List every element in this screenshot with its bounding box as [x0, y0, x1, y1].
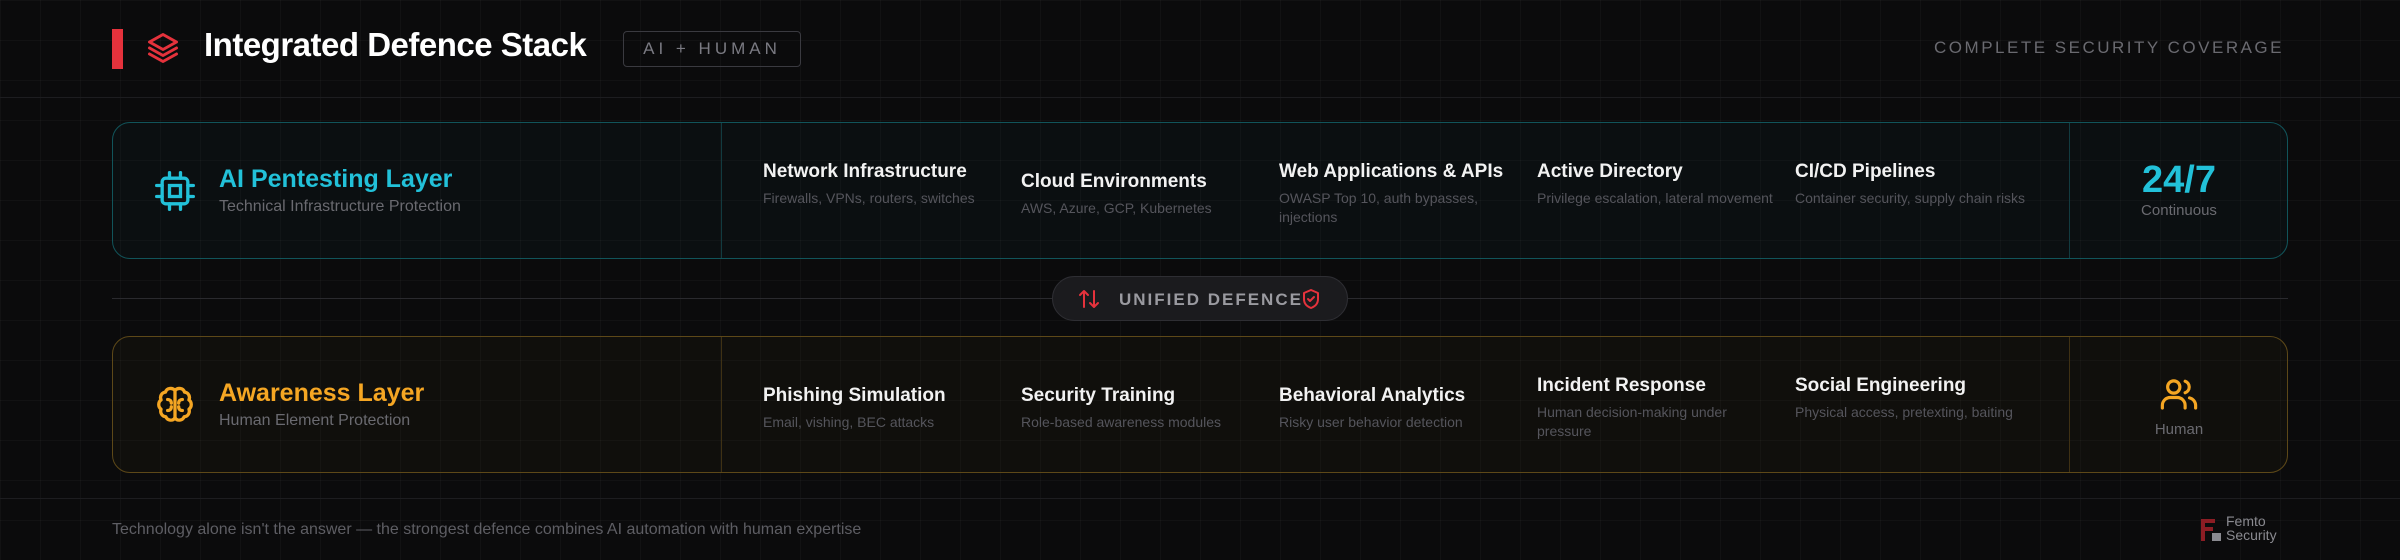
stat-label: Human: [2154, 421, 2204, 438]
aw-item-training: Security Training Role-based awareness m…: [1021, 385, 1261, 432]
awareness-layer: Awareness Layer Human Element Protection…: [112, 336, 2288, 473]
aw-item-incident: Incident Response Human decision-making …: [1537, 375, 1777, 441]
stat-label: Continuous: [2141, 202, 2217, 219]
layers-icon: [148, 33, 178, 63]
ai-item-ad: Active Directory Privilege escalation, l…: [1537, 161, 1777, 208]
item-desc: OWASP Top 10, auth bypasses, injections: [1279, 190, 1478, 225]
header: Integrated Defence Stack AI + HUMAN COMP…: [0, 0, 2400, 98]
item-title: CI/CD Pipelines: [1795, 161, 1936, 182]
layer-title: Awareness Layer: [219, 379, 425, 407]
item-title: Security Training: [1021, 385, 1176, 406]
item-desc: Container security, supply chain risks: [1795, 190, 2026, 206]
item-desc: Human decision-making under pressure: [1537, 404, 1727, 439]
footer-divider: [0, 498, 2400, 499]
coverage-label: COMPLETE SECURITY COVERAGE: [1934, 38, 2284, 57]
shield-check-icon: [1303, 289, 1319, 309]
brand-mark-icon: [2201, 519, 2221, 541]
aw-item-behavioral: Behavioral Analytics Risky user behavior…: [1279, 385, 1519, 432]
item-desc: Role-based awareness modules: [1021, 414, 1221, 430]
item-title: Web Applications & APIs: [1279, 161, 1504, 182]
arrows-up-down-icon: [1079, 290, 1099, 308]
divider: [721, 337, 722, 472]
ai-human-badge: AI + HUMAN: [623, 31, 801, 67]
item-title: Network Infrastructure: [763, 161, 967, 182]
unified-defence-pill: UNIFIED DEFENCE: [1052, 276, 1348, 321]
item-desc: AWS, Azure, GCP, Kubernetes: [1021, 200, 1212, 216]
cpu-chip-icon: [155, 171, 195, 211]
item-desc: Privilege escalation, lateral movement: [1537, 190, 1773, 206]
ai-item-network: Network Infrastructure Firewalls, VPNs, …: [763, 161, 1003, 208]
page-title: Integrated Defence Stack: [204, 26, 587, 63]
ai-pentesting-layer: AI Pentesting Layer Technical Infrastruc…: [112, 122, 2288, 259]
users-icon: [2160, 379, 2198, 410]
brand-name: Femto Security: [2226, 514, 2277, 542]
item-desc: Firewalls, VPNs, routers, switches: [763, 190, 975, 206]
brand-line-2: Security: [2226, 527, 2277, 543]
femto-security-logo: Femto Security: [2200, 514, 2290, 544]
layer-subtitle: Technical Infrastructure Protection: [219, 198, 461, 215]
unified-label: UNIFIED DEFENCE: [1119, 290, 1303, 309]
layer-title: AI Pentesting Layer: [219, 165, 453, 193]
brand-line-1: Femto: [2226, 513, 2266, 529]
accent-bar: [112, 29, 123, 69]
item-title: Active Directory: [1537, 161, 1683, 182]
item-title: Social Engineering: [1795, 375, 1967, 396]
item-title: Cloud Environments: [1021, 171, 1207, 192]
continuous-stat: 24/7 Continuous: [2069, 123, 2289, 258]
human-stat: Human: [2069, 337, 2289, 472]
item-title: Behavioral Analytics: [1279, 385, 1466, 406]
ai-item-web: Web Applications & APIs OWASP Top 10, au…: [1279, 161, 1519, 227]
connector-line: [112, 298, 1052, 299]
item-desc: Risky user behavior detection: [1279, 414, 1463, 430]
aw-item-phishing: Phishing Simulation Email, vishing, BEC …: [763, 385, 1003, 432]
divider: [721, 123, 722, 258]
stat-value: 24/7: [2142, 159, 2216, 201]
aw-item-social: Social Engineering Physical access, pret…: [1795, 375, 2035, 422]
footer-tagline: Technology alone isn't the answer — the …: [112, 521, 862, 538]
item-desc: Physical access, pretexting, baiting: [1795, 404, 2013, 420]
ai-item-cicd: CI/CD Pipelines Container security, supp…: [1795, 161, 2035, 208]
ai-item-cloud: Cloud Environments AWS, Azure, GCP, Kube…: [1021, 171, 1261, 218]
item-title: Phishing Simulation: [763, 385, 946, 406]
connector-line: [1348, 298, 2288, 299]
brain-icon: [157, 386, 193, 422]
item-title: Incident Response: [1537, 375, 1706, 396]
layer-subtitle: Human Element Protection: [219, 412, 411, 429]
item-desc: Email, vishing, BEC attacks: [763, 414, 935, 430]
